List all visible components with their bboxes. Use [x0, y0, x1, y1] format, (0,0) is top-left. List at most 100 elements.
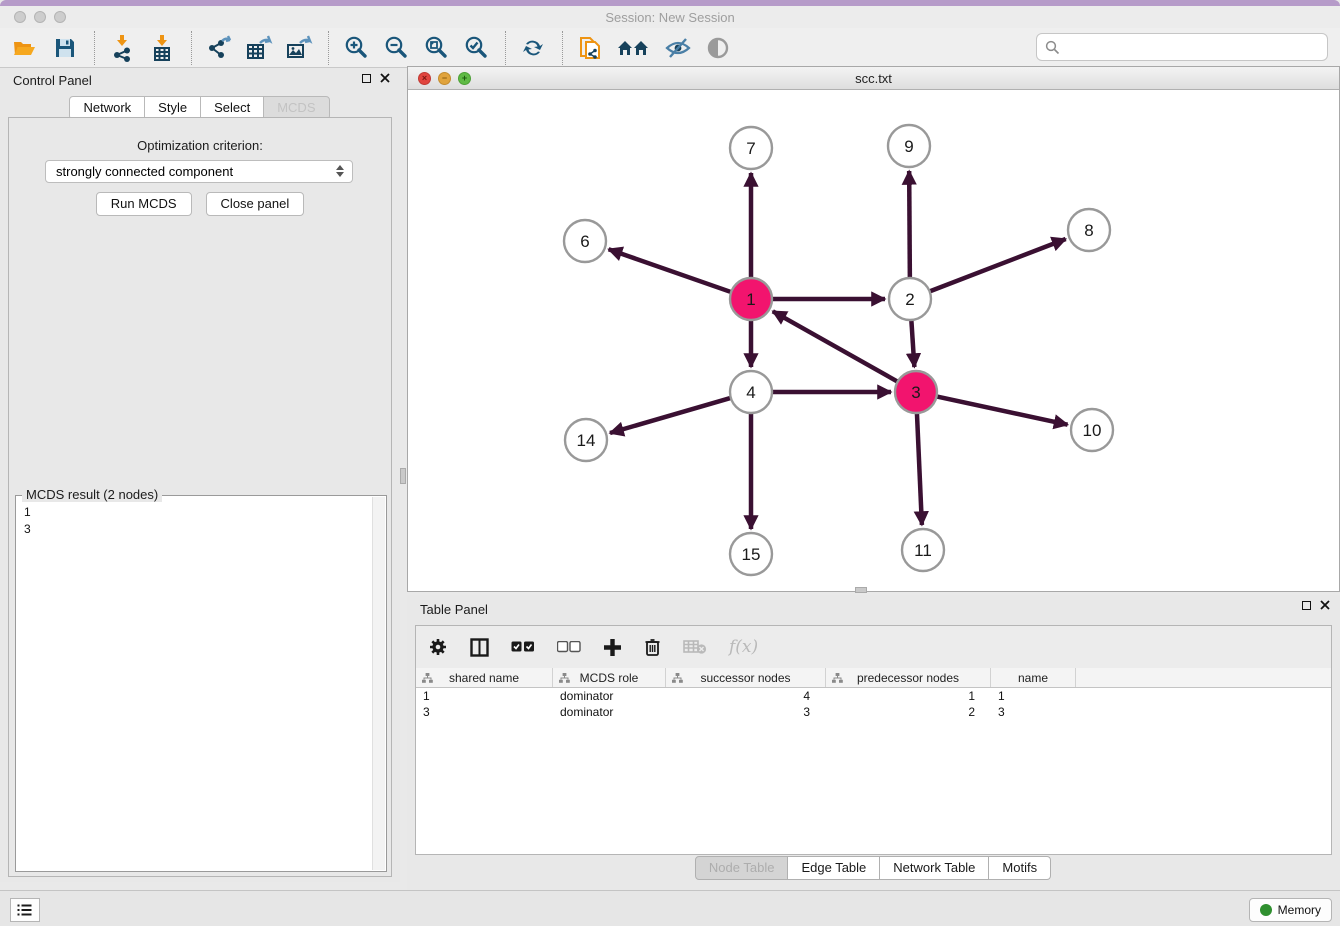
cell-shared_name[interactable]: 1 — [416, 688, 553, 704]
show-panels-icon — [704, 35, 732, 61]
close-panel-icon[interactable] — [380, 73, 390, 83]
column-header-mcds_role[interactable]: MCDS role — [553, 668, 666, 687]
table-panel-title: Table Panel — [420, 602, 488, 617]
table-row[interactable]: 3dominator323 — [416, 704, 1331, 720]
column-header-predecessor[interactable]: predecessor nodes — [826, 668, 991, 687]
import-network-icon — [109, 34, 135, 62]
add-column-button[interactable] — [603, 632, 622, 662]
graph-edges — [609, 171, 1068, 529]
zoom-in-button[interactable] — [341, 32, 371, 64]
import-table-button[interactable] — [147, 32, 177, 64]
graph-edge-3-11[interactable] — [917, 410, 922, 525]
graph-node-label-8: 8 — [1084, 221, 1093, 240]
horizontal-splitter-handle[interactable] — [400, 468, 406, 484]
table-panel: Table Panel — [407, 595, 1340, 890]
network-window-titlebar[interactable]: × − + scc.txt — [408, 67, 1339, 90]
network-view-window: × − + scc.txt 7968124314101511 — [407, 66, 1340, 592]
control-panel: Control Panel NetworkStyleSelectMCDS Opt… — [0, 68, 400, 882]
mcds-result-box: MCDS result (2 nodes) 13 — [15, 495, 387, 872]
clone-network-button[interactable] — [575, 32, 605, 64]
memory-button[interactable]: Memory — [1249, 898, 1332, 922]
list-icon — [17, 903, 33, 917]
window-title: Session: New Session — [0, 10, 1340, 25]
graph-edge-2-9[interactable] — [909, 171, 910, 281]
show-panels-button[interactable] — [703, 32, 733, 64]
memory-status-icon — [1260, 904, 1272, 916]
graph-edge-2-8[interactable] — [927, 239, 1066, 293]
open-session-button[interactable] — [10, 32, 40, 64]
home-icon — [616, 36, 652, 60]
columns-icon — [470, 638, 489, 657]
select-all-button[interactable] — [511, 632, 535, 662]
open-session-icon — [12, 36, 38, 60]
table-row[interactable]: 1dominator411 — [416, 688, 1331, 704]
toggle-column-view-button[interactable] — [470, 632, 489, 662]
graph-edge-2-3[interactable] — [911, 317, 914, 367]
close-panel-button[interactable]: Close panel — [206, 192, 305, 216]
tab-network-table[interactable]: Network Table — [879, 856, 989, 880]
task-history-button[interactable] — [10, 898, 40, 922]
cell-shared_name[interactable]: 3 — [416, 704, 553, 720]
delete-table-button-disabled — [683, 632, 707, 662]
table-settings-button[interactable] — [428, 632, 448, 662]
cell-successor[interactable]: 3 — [666, 704, 826, 720]
export-table-icon — [245, 35, 273, 61]
deselect-all-button[interactable] — [557, 632, 581, 662]
export-network-button[interactable] — [204, 32, 234, 64]
column-header-label: MCDS role — [580, 671, 639, 685]
graph-edge-1-6[interactable] — [609, 249, 734, 293]
column-header-shared_name[interactable]: shared name — [416, 668, 553, 687]
column-header-successor[interactable]: successor nodes — [666, 668, 826, 687]
save-session-icon — [53, 36, 77, 60]
export-image-icon — [285, 35, 313, 61]
float-table-panel-icon[interactable] — [1302, 601, 1311, 610]
delete-column-button[interactable] — [644, 632, 661, 662]
graph-node-label-10: 10 — [1083, 421, 1102, 440]
save-session-button[interactable] — [50, 32, 80, 64]
tab-node-table[interactable]: Node Table — [695, 856, 789, 880]
cell-successor[interactable]: 4 — [666, 688, 826, 704]
mcds-result-list: 13 — [16, 496, 386, 538]
search-input[interactable] — [1066, 36, 1327, 58]
float-panel-icon[interactable] — [362, 74, 371, 83]
zoom-selected-button[interactable] — [461, 32, 491, 64]
result-line: 1 — [24, 504, 386, 521]
control-panel-title: Control Panel — [13, 73, 92, 88]
mcds-panel: Optimization criterion: strongly connect… — [8, 117, 392, 877]
export-image-button[interactable] — [284, 32, 314, 64]
result-scrollbar[interactable] — [372, 497, 385, 870]
graph-edge-3-1[interactable] — [773, 311, 901, 383]
main-toolbar — [0, 28, 1340, 68]
vertical-splitter-handle[interactable] — [855, 587, 867, 593]
cell-mcds_role[interactable]: dominator — [553, 688, 666, 704]
gear-icon — [428, 637, 448, 657]
cell-mcds_role[interactable]: dominator — [553, 704, 666, 720]
network-canvas[interactable]: 7968124314101511 — [408, 90, 1339, 591]
column-header-name[interactable]: name — [991, 668, 1076, 687]
cell-name[interactable]: 1 — [991, 688, 1076, 704]
toolbar-search[interactable] — [1036, 33, 1328, 61]
graph-node-label-2: 2 — [905, 290, 914, 309]
zoom-fit-button[interactable] — [421, 32, 451, 64]
zoom-out-button[interactable] — [381, 32, 411, 64]
cell-predecessor[interactable]: 1 — [826, 688, 991, 704]
toolbar-separator — [505, 31, 506, 65]
cell-name[interactable]: 3 — [991, 704, 1076, 720]
graph-edge-3-10[interactable] — [934, 396, 1068, 425]
run-mcds-button[interactable]: Run MCDS — [96, 192, 192, 216]
criterion-dropdown[interactable]: strongly connected component — [45, 160, 353, 183]
export-table-button[interactable] — [244, 32, 274, 64]
apply-layout-button[interactable] — [518, 32, 548, 64]
tab-motifs[interactable]: Motifs — [988, 856, 1051, 880]
table-toolbar: f(x) — [416, 626, 1331, 668]
titlebar: Session: New Session — [0, 6, 1340, 28]
tab-edge-table[interactable]: Edge Table — [787, 856, 880, 880]
hide-panels-button[interactable] — [663, 32, 693, 64]
zoom-selected-icon — [463, 35, 489, 61]
close-table-panel-icon[interactable] — [1320, 600, 1330, 610]
graph-edge-4-14[interactable] — [610, 397, 734, 433]
toolbar-separator — [191, 31, 192, 65]
home-button[interactable] — [615, 32, 653, 64]
cell-predecessor[interactable]: 2 — [826, 704, 991, 720]
import-network-button[interactable] — [107, 32, 137, 64]
